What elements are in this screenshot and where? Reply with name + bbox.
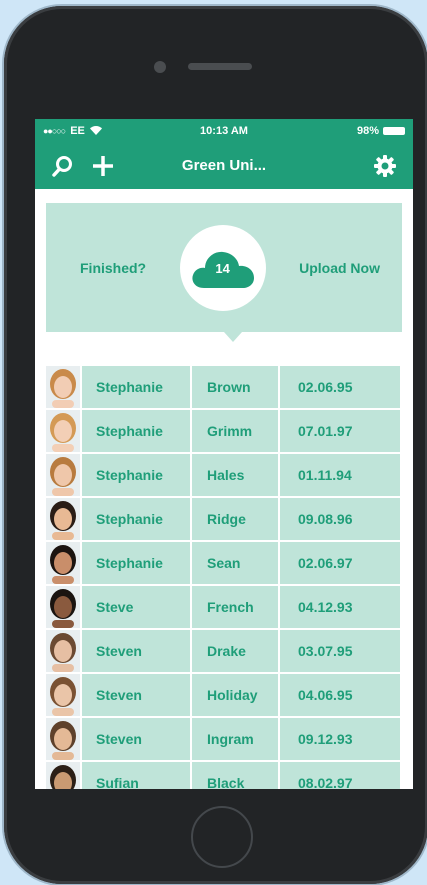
first-name-cell: Steve <box>82 586 190 628</box>
last-name-cell: Sean <box>192 542 278 584</box>
avatar <box>46 498 80 540</box>
app-screen: ●●○○○ EE 10:13 AM 98% Green Uni... Finis… <box>35 119 413 789</box>
avatar <box>46 674 80 716</box>
avatar <box>46 762 80 789</box>
first-name-cell: Stephanie <box>82 410 190 452</box>
settings-button[interactable] <box>371 152 399 180</box>
date-cell: 02.06.95 <box>280 366 400 408</box>
nav-bar: Green Uni... <box>35 142 413 189</box>
first-name-cell: Stephanie <box>82 366 190 408</box>
date-cell: 04.12.93 <box>280 586 400 628</box>
date-cell: 09.12.93 <box>280 718 400 760</box>
last-name-cell: French <box>192 586 278 628</box>
table-row[interactable]: Stephanie Ridge 09.08.96 <box>46 498 402 540</box>
date-cell: 07.01.97 <box>280 410 400 452</box>
date-cell: 09.08.96 <box>280 498 400 540</box>
upload-panel: Finished? 14 Upload Now <box>46 203 402 342</box>
table-row[interactable]: Stephanie Brown 02.06.95 <box>46 366 402 408</box>
last-name-cell: Holiday <box>192 674 278 716</box>
table-row[interactable]: Stephanie Hales 01.11.94 <box>46 454 402 496</box>
finished-label: Finished? <box>80 259 147 276</box>
last-name-cell: Hales <box>192 454 278 496</box>
status-bar: ●●○○○ EE 10:13 AM 98% <box>35 119 413 142</box>
search-icon <box>52 155 72 177</box>
table-row[interactable]: Steven Holiday 04.06.95 <box>46 674 402 716</box>
first-name-cell: Stephanie <box>82 542 190 584</box>
phone-frame: ●●○○○ EE 10:13 AM 98% Green Uni... Finis… <box>4 6 427 884</box>
home-button[interactable] <box>191 806 253 868</box>
wifi-icon <box>89 126 102 135</box>
battery-percent: 98% <box>356 124 379 137</box>
signal-icon: ●●○○○ <box>43 125 66 136</box>
carrier-label: EE <box>70 124 85 137</box>
table-row[interactable]: Steve French 04.12.93 <box>46 586 402 628</box>
first-name-cell: Sufian <box>82 762 190 789</box>
date-cell: 03.07.95 <box>280 630 400 672</box>
date-cell: 08.02.97 <box>280 762 400 789</box>
earpiece-speaker <box>188 63 252 70</box>
first-name-cell: Steven <box>82 718 190 760</box>
table-row[interactable]: Sufian Black 08.02.97 <box>46 762 402 789</box>
front-camera <box>154 61 166 73</box>
people-list: Stephanie Brown 02.06.95 Stephanie Grimm 07.0… <box>46 366 402 789</box>
table-row[interactable]: Steven Ingram 09.12.93 <box>46 718 402 760</box>
first-name-cell: Stephanie <box>82 498 190 540</box>
avatar <box>46 718 80 760</box>
add-button[interactable] <box>89 152 117 180</box>
date-cell: 01.11.94 <box>280 454 400 496</box>
plus-icon <box>93 155 113 176</box>
first-name-cell: Steven <box>82 630 190 672</box>
avatar <box>46 410 80 452</box>
table-row[interactable]: Stephanie Sean 02.06.97 <box>46 542 402 584</box>
avatar <box>46 586 80 628</box>
avatar <box>46 542 80 584</box>
last-name-cell: Ingram <box>192 718 278 760</box>
last-name-cell: Grimm <box>192 410 278 452</box>
date-cell: 02.06.97 <box>280 542 400 584</box>
avatar <box>46 630 80 672</box>
avatar <box>46 366 80 408</box>
last-name-cell: Ridge <box>192 498 278 540</box>
date-cell: 04.06.95 <box>280 674 400 716</box>
first-name-cell: Stephanie <box>82 454 190 496</box>
avatar <box>46 454 80 496</box>
first-name-cell: Steven <box>82 674 190 716</box>
gear-icon <box>374 154 396 177</box>
upload-cloud-button[interactable]: 14 <box>179 224 266 311</box>
pending-count: 14 <box>215 260 230 276</box>
last-name-cell: Brown <box>192 366 278 408</box>
table-row[interactable]: Stephanie Grimm 07.01.97 <box>46 410 402 452</box>
status-left: ●●○○○ EE <box>43 125 102 137</box>
last-name-cell: Drake <box>192 630 278 672</box>
table-row[interactable]: Steven Drake 03.07.95 <box>46 630 402 672</box>
last-name-cell: Black <box>192 762 278 789</box>
search-button[interactable] <box>49 152 77 180</box>
upload-now-link[interactable]: Upload Now <box>299 260 380 276</box>
status-right: 98% <box>357 125 405 137</box>
battery-icon <box>383 126 405 135</box>
